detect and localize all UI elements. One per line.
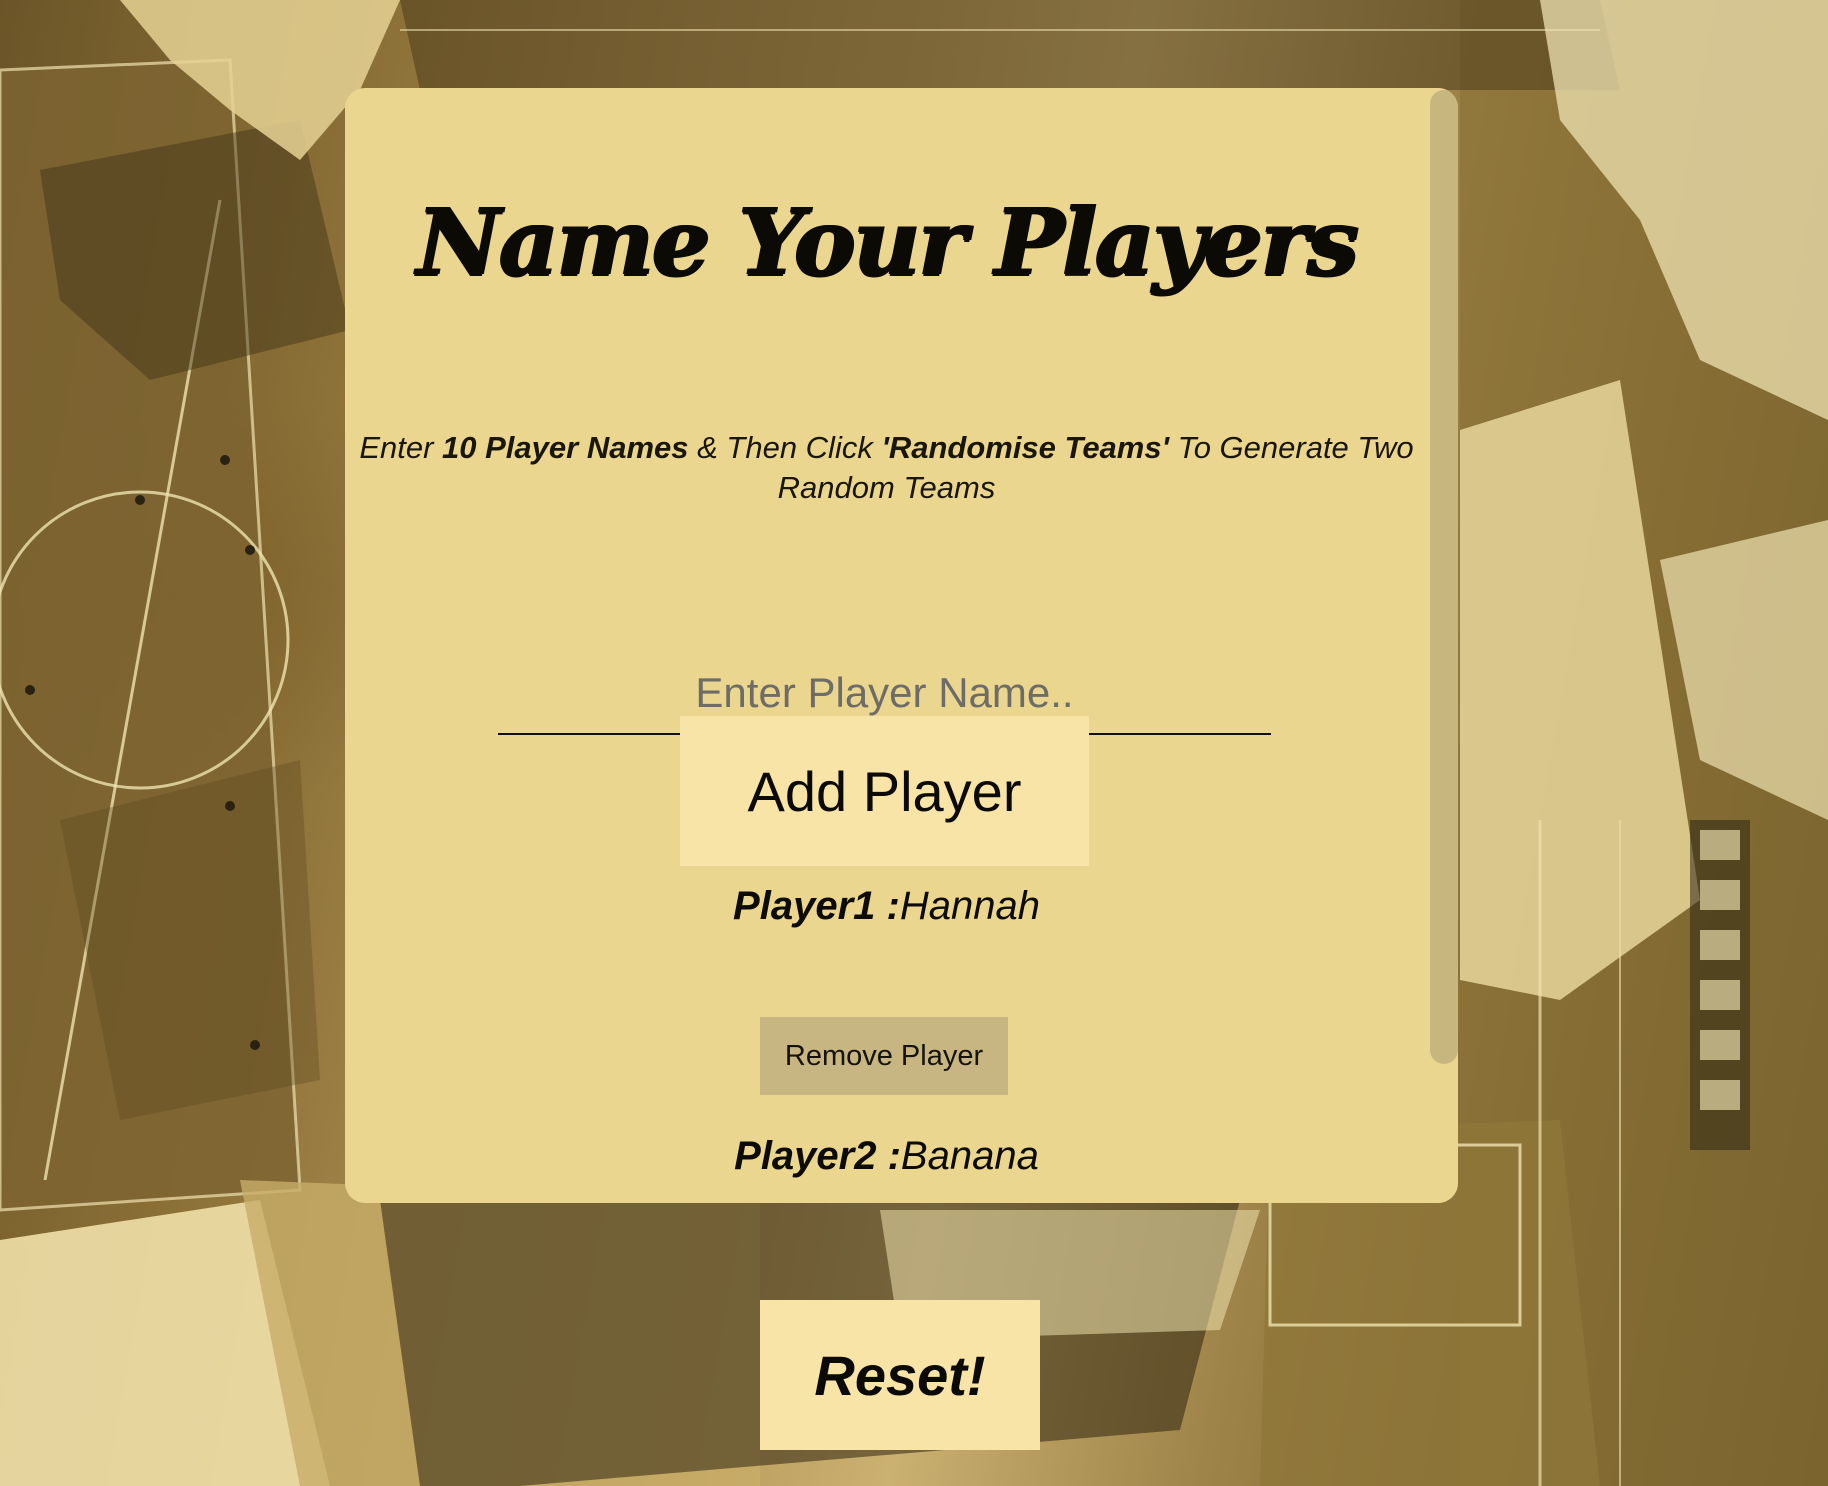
instructions-text: Enter 10 Player Names & Then Click 'Rand… <box>345 428 1428 508</box>
player-entry-card: Name Your Players Enter 10 Player Names … <box>345 88 1458 1203</box>
scrollbar-thumb[interactable] <box>1430 90 1458 1064</box>
player-1-label: Player1 : <box>733 884 900 928</box>
add-player-button[interactable]: Add Player <box>680 716 1089 866</box>
instructions-part1: Enter <box>359 430 443 465</box>
page-title: Name Your Players <box>416 188 1358 296</box>
card-content[interactable]: Name Your Players Enter 10 Player Names … <box>345 88 1428 1203</box>
card-scrollbar[interactable] <box>1428 88 1458 1203</box>
player-2-label: Player2 : <box>734 1134 901 1178</box>
reset-button[interactable]: Reset! <box>760 1300 1040 1450</box>
instructions-part2: & Then Click <box>688 430 882 465</box>
player-2-name: Banana <box>900 1134 1039 1178</box>
remove-player-button[interactable]: Remove Player <box>760 1017 1008 1095</box>
player-list-item-1: Player1 :Hannah <box>345 881 1428 931</box>
player-1-name: Hannah <box>899 884 1040 928</box>
player-list-item-2: Player2 :Banana <box>345 1131 1428 1181</box>
instructions-bold-player-names: 10 Player Names <box>442 430 689 465</box>
instructions-bold-randomise-teams: 'Randomise Teams' <box>881 430 1169 465</box>
